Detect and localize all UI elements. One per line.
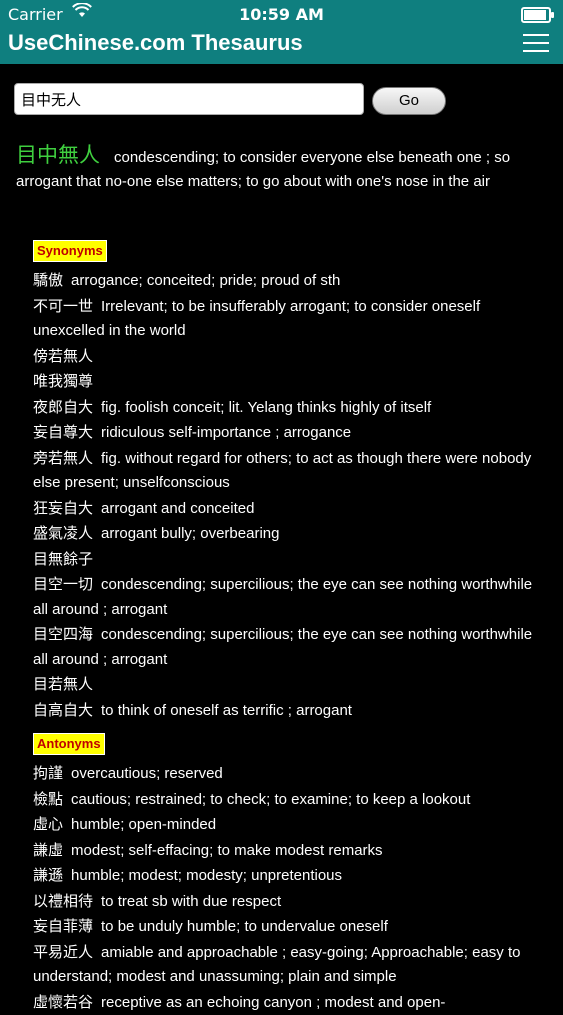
list-item-word[interactable]: 謙遜 — [33, 866, 63, 884]
synonyms-list: 驕傲 arrogance; conceited; pride; proud of … — [33, 268, 543, 723]
list-item[interactable]: 虛懷若谷 receptive as an echoing canyon ; mod… — [33, 990, 543, 1015]
synonyms-section: Synonyms 驕傲 arrogance; conceited; pride; … — [33, 240, 543, 723]
list-item-definition: ridiculous self-importance ; arrogance — [101, 424, 351, 441]
list-item-definition: overcautious; reserved — [71, 765, 223, 782]
entry-headword: 目中無人 — [16, 143, 100, 167]
list-item[interactable]: 驕傲 arrogance; conceited; pride; proud of … — [33, 268, 543, 294]
search-input[interactable] — [14, 83, 364, 115]
entry: 目中無人condescending; to consider everyone … — [16, 143, 546, 194]
synonyms-label: Synonyms — [33, 240, 107, 262]
list-item-definition: arrogant and conceited — [101, 500, 254, 517]
list-item-word[interactable]: 妄自尊大 — [33, 423, 93, 441]
list-item-word[interactable]: 目空一切 — [33, 575, 93, 593]
list-item[interactable]: 謙虛 modest; self-effacing; to make modest … — [33, 838, 543, 864]
list-item[interactable]: 狂妄自大 arrogant and conceited — [33, 496, 543, 522]
list-item-definition: receptive as an echoing canyon ; modest … — [101, 994, 445, 1011]
list-item[interactable]: 檢點 cautious; restrained; to check; to exa… — [33, 787, 543, 813]
list-item-word[interactable]: 謙虛 — [33, 841, 63, 859]
list-item[interactable]: 以禮相待 to treat sb with due respect — [33, 889, 543, 915]
list-item-word[interactable]: 盛氣凌人 — [33, 524, 93, 542]
list-item-definition: humble; modest; modesty; unpretentious — [71, 867, 342, 884]
status-bar: Carrier 10:59 AM — [0, 0, 563, 28]
list-item-definition: to treat sb with due respect — [101, 893, 281, 910]
list-item-word[interactable]: 檢點 — [33, 790, 63, 808]
list-item-definition: humble; open-minded — [71, 816, 216, 833]
list-item-word[interactable]: 目若無人 — [33, 675, 93, 693]
list-item-word[interactable]: 傍若無人 — [33, 347, 93, 365]
list-item-definition: condescending; supercilious; the eye can… — [33, 576, 532, 618]
battery-icon — [521, 7, 551, 23]
list-item-definition: to think of oneself as terrific ; arroga… — [101, 702, 352, 719]
antonyms-label: Antonyms — [33, 733, 105, 755]
list-item[interactable]: 目空四海condescending; supercilious; the eye… — [33, 622, 543, 672]
list-item-definition: modest; self-effacing; to make modest re… — [71, 842, 383, 859]
list-item-word[interactable]: 虛懷若谷 — [33, 993, 93, 1011]
list-item-word[interactable]: 不可一世 — [33, 297, 93, 315]
hamburger-menu-icon[interactable] — [523, 32, 549, 56]
list-item[interactable]: 不可一世Irrelevant; to be insufferably arrog… — [33, 294, 543, 344]
app-title: UseChinese.com Thesaurus — [8, 30, 303, 56]
list-item-word[interactable]: 旁若無人 — [33, 449, 93, 467]
list-item-definition: fig. without regard for others; to act a… — [33, 450, 531, 492]
list-item[interactable]: 妄自尊大 ridiculous self-importance ; arrogan… — [33, 420, 543, 446]
list-item-definition: amiable and approachable ; easy-going; A… — [33, 944, 520, 986]
list-item-word[interactable]: 虛心 — [33, 815, 63, 833]
status-time: 10:59 AM — [0, 5, 563, 24]
list-item-word[interactable]: 驕傲 — [33, 271, 63, 289]
search-row: Go — [14, 83, 554, 117]
list-item-word[interactable]: 狂妄自大 — [33, 499, 93, 517]
list-item-definition: condescending; supercilious; the eye can… — [33, 626, 532, 668]
list-item-word[interactable]: 拘謹 — [33, 764, 63, 782]
list-item[interactable]: 自高自大 to think of oneself as terrific ; ar… — [33, 698, 543, 724]
list-item[interactable]: 旁若無人fig. without regard for others; to a… — [33, 446, 543, 496]
list-item-definition: to be unduly humble; to undervalue onese… — [101, 918, 388, 935]
nav-bar: UseChinese.com Thesaurus — [0, 28, 563, 64]
list-item[interactable]: 夜郎自大 fig. foolish conceit; lit. Yelang th… — [33, 395, 543, 421]
list-item-word[interactable]: 目無餘子 — [33, 550, 93, 568]
list-item-definition: arrogance; conceited; pride; proud of st… — [71, 272, 340, 289]
list-item-definition: cautious; restrained; to check; to exami… — [71, 791, 470, 808]
list-item-word[interactable]: 唯我獨尊 — [33, 372, 93, 390]
list-item-word[interactable]: 夜郎自大 — [33, 398, 93, 416]
list-item-word[interactable]: 平易近人 — [33, 943, 93, 961]
list-item[interactable]: 目無餘子 — [33, 547, 543, 573]
list-item[interactable]: 妄自菲薄 to be unduly humble; to undervalue o… — [33, 914, 543, 940]
antonyms-list: 拘謹 overcautious; reserved 檢點 cautious; res… — [33, 761, 543, 1015]
list-item-word[interactable]: 妄自菲薄 — [33, 917, 93, 935]
go-button[interactable]: Go — [372, 87, 446, 115]
list-item[interactable]: 目空一切condescending; supercilious; the eye… — [33, 572, 543, 622]
list-item-definition: fig. foolish conceit; lit. Yelang thinks… — [101, 399, 431, 416]
list-item-word[interactable]: 自高自大 — [33, 701, 93, 719]
list-item[interactable]: 虛心 humble; open-minded — [33, 812, 543, 838]
antonyms-section: Antonyms 拘謹 overcautious; reserved 檢點 caut… — [33, 733, 543, 1015]
list-item-definition: arrogant bully; overbearing — [101, 525, 279, 542]
list-item-definition: Irrelevant; to be insufferably arrogant;… — [33, 298, 480, 340]
list-item-word[interactable]: 以禮相待 — [33, 892, 93, 910]
list-item[interactable]: 拘謹 overcautious; reserved — [33, 761, 543, 787]
list-item[interactable]: 謙遜 humble; modest; modesty; unpretentious — [33, 863, 543, 889]
list-item[interactable]: 平易近人amiable and approachable ; easy-goin… — [33, 940, 543, 990]
list-item[interactable]: 唯我獨尊 — [33, 369, 543, 395]
list-item[interactable]: 盛氣凌人 arrogant bully; overbearing — [33, 521, 543, 547]
list-item-word[interactable]: 目空四海 — [33, 625, 93, 643]
list-item[interactable]: 傍若無人 — [33, 344, 543, 370]
list-item[interactable]: 目若無人 — [33, 672, 543, 698]
